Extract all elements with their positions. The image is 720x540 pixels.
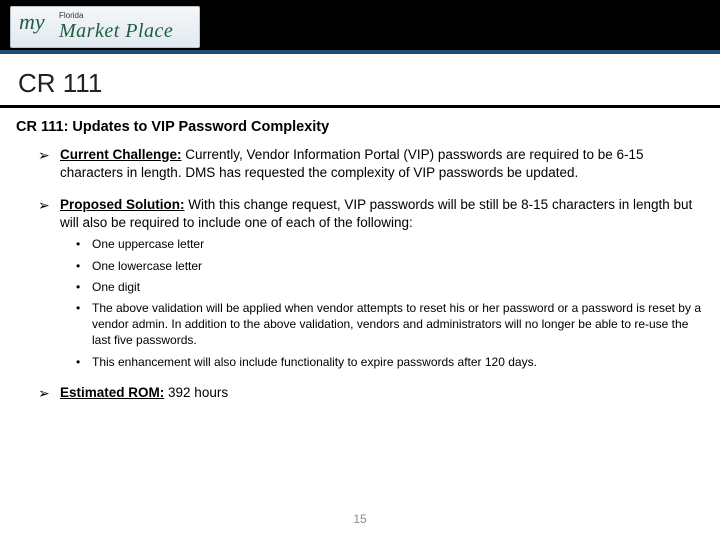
text-estimated-rom: 392 hours	[168, 385, 228, 400]
label-estimated-rom: Estimated ROM:	[60, 385, 164, 400]
bullet-estimated-rom: Estimated ROM: 392 hours	[38, 384, 704, 402]
logo-text-marketplace: Market Place	[59, 20, 173, 43]
label-current-challenge: Current Challenge:	[60, 147, 182, 162]
bullet-current-challenge: Current Challenge: Currently, Vendor Inf…	[38, 146, 704, 182]
logo-my-florida-marketplace: my Florida Market Place	[10, 6, 200, 48]
page-title: CR 111	[18, 68, 702, 99]
sub-bullet-list: One uppercase letter One lowercase lette…	[60, 236, 704, 369]
logo-text-my: my	[19, 9, 45, 35]
header-bar: my Florida Market Place	[0, 0, 720, 54]
section-title: CR 111: Updates to VIP Password Complexi…	[16, 118, 704, 138]
sub-bullet: One uppercase letter	[74, 236, 704, 252]
page-number: 15	[0, 512, 720, 526]
body: CR 111: Updates to VIP Password Complexi…	[0, 108, 720, 402]
sub-bullet: One digit	[74, 279, 704, 295]
logo-text-florida: Florida	[59, 11, 83, 20]
bullet-list: Current Challenge: Currently, Vendor Inf…	[16, 146, 704, 402]
title-area: CR 111	[0, 54, 720, 108]
sub-bullet: One lowercase letter	[74, 258, 704, 274]
sub-bullet: This enhancement will also include funct…	[74, 354, 704, 370]
bullet-proposed-solution: Proposed Solution: With this change requ…	[38, 196, 704, 370]
slide: my Florida Market Place CR 111 CR 111: U…	[0, 0, 720, 540]
sub-bullet: The above validation will be applied whe…	[74, 300, 704, 349]
label-proposed-solution: Proposed Solution:	[60, 197, 185, 212]
